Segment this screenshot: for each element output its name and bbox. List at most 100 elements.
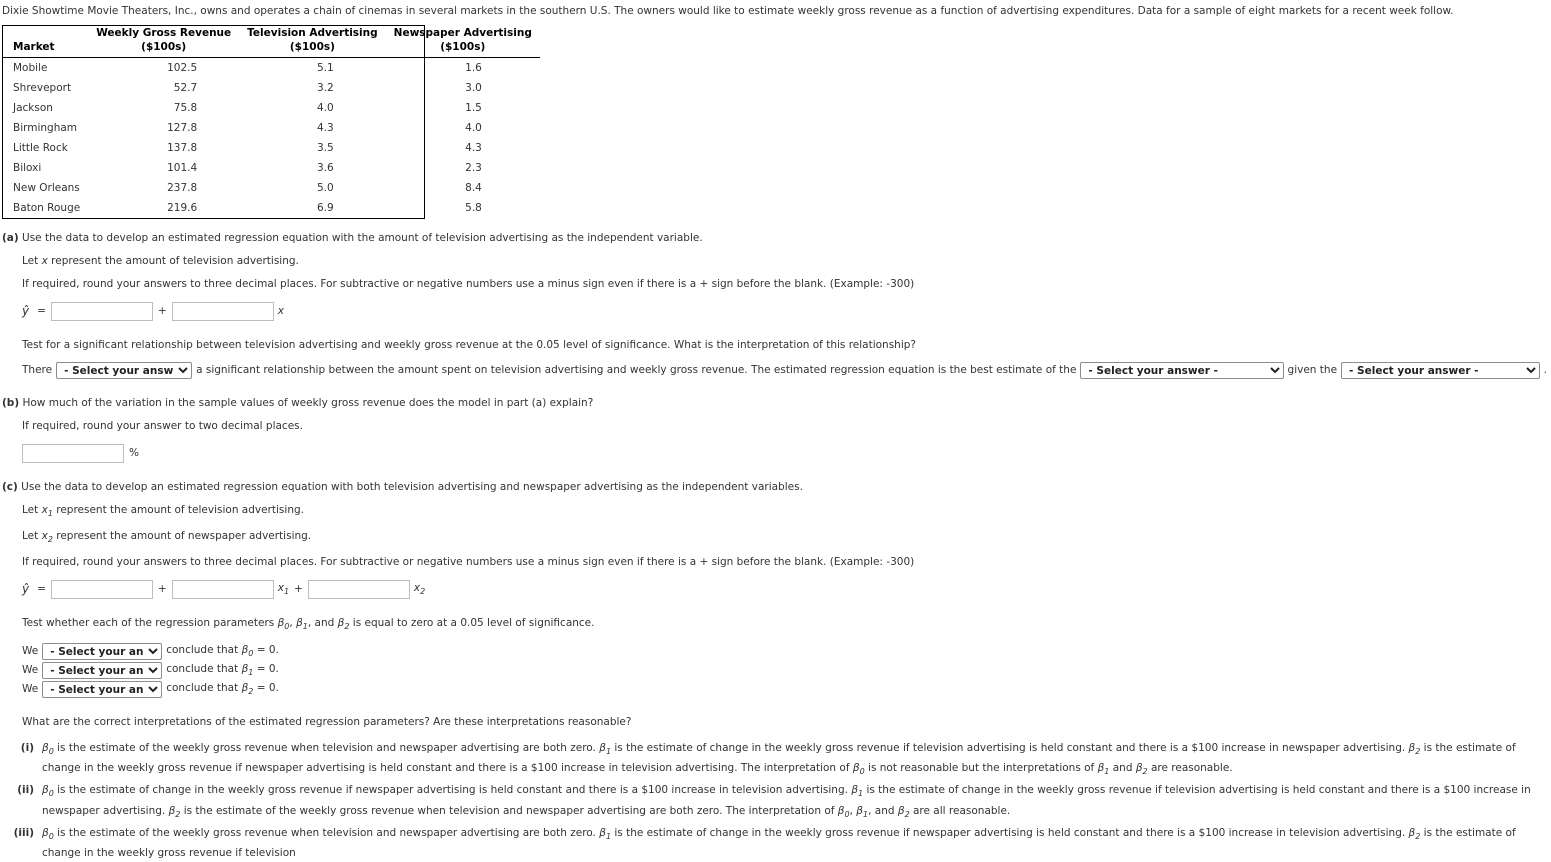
cell-revenue: 75.8 [173,102,198,114]
part-c-beta2-conclusion: conclude that β2 = 0. [166,681,279,696]
part-a-let-line: Let x represent the amount of television… [22,255,299,267]
part-c-equation-row: ŷ = + x1 + x2 [22,578,1551,600]
table-row: Birmingham 127.8 4.3 4.0 [3,118,540,138]
given-the-label: given the [1287,364,1338,376]
table-row: Biloxi 101.4 3.6 2.3 [3,158,540,178]
part-c-b1-input[interactable] [171,579,274,599]
part-a-given-select[interactable]: - Select your answer - [1341,362,1540,379]
part-b-label: (b) [2,397,20,409]
we-label-2: We [22,683,39,696]
table-row: Jackson 75.8 4.0 1.5 [3,98,540,118]
part-c-b2-input[interactable] [307,579,410,599]
part-a-best-estimate-select[interactable]: - Select your answer - [1080,362,1284,379]
cell-newspaper: 5.8 [465,202,482,214]
header-newspaper-advertising: Newspaper Advertising [393,27,532,39]
interpretation-option[interactable]: (ii) β0 is the estimate of change in the … [4,782,1551,822]
table-body: Mobile 102.5 5.1 1.6 Shreveport 52.7 3.2 3.0 Jac… [3,58,540,219]
cell-tv: 4.3 [316,122,334,134]
header-tv-units: ($100s) [239,40,386,58]
part-c-let-line-2: Let x2 represent the amount of newspaper… [22,530,312,545]
cell-market: New Orleans [13,182,80,194]
table-head: Weekly Gross Revenue Television Advertis… [3,26,540,58]
part-a-slope-input[interactable] [171,301,274,321]
part-c-beta1-select[interactable]: - Select your answer - [42,662,163,680]
part-b-prompt: How much of the variation in the sample … [22,397,594,409]
table-row: Little Rock 137.8 3.5 4.3 [3,138,540,158]
table-head-row-bottom: Market ($100s) ($100s) ($100s) [3,40,540,58]
equals-sign-c: = [37,583,46,596]
table-row: New Orleans 237.8 5.0 8.4 [3,178,540,198]
part-b-prompt-line: (b) How much of the variation in the sam… [2,396,1551,411]
variable-x1-label: x1 [277,582,290,597]
header-news-units: ($100s) [385,40,540,58]
cell-tv: 3.5 [316,142,334,154]
part-c-beta2-select[interactable]: - Select your answer - [42,681,163,699]
cell-newspaper: 1.6 [465,62,482,74]
cell-tv: 4.0 [316,102,334,114]
table-row: Mobile 102.5 5.1 1.6 [3,58,540,79]
we-label-1: We [22,664,39,677]
part-a-sentence-mid: a significant relationship between the a… [196,364,1077,376]
interpretation-option[interactable]: (iii) β0 is the estimate of the weekly gr… [4,825,1551,862]
cell-revenue: 52.7 [173,82,198,94]
interpretations-list: (i) β0 is the estimate of the weekly gros… [4,740,1551,861]
part-a-equation-row: ŷ = + x [22,300,1551,322]
cell-revenue: 219.6 [167,202,198,214]
cell-newspaper: 3.0 [465,82,482,94]
interpretation-option[interactable]: (i) β0 is the estimate of the weekly gros… [4,740,1551,780]
percent-label: % [129,447,139,459]
part-a-prompt: Use the data to develop an estimated reg… [22,232,703,244]
table-head-row-top: Weekly Gross Revenue Television Advertis… [3,26,540,40]
there-label: There [22,364,53,376]
header-market: Market [3,40,89,58]
cell-market: Mobile [13,62,48,74]
table-row: Shreveport 52.7 3.2 3.0 [3,78,540,98]
variable-x2-label: x2 [413,582,426,597]
header-television-advertising: Television Advertising [247,27,378,39]
part-b-percent-input[interactable] [22,443,124,463]
part-b-answer-row: % [22,442,1551,464]
cell-tv: 6.9 [316,202,334,214]
cell-newspaper: 1.5 [465,102,482,114]
interpretation-text: β0 is the estimate of the weekly gross r… [42,826,1516,859]
header-blank [3,26,88,40]
interpretation-marker: (i) [20,742,34,755]
cell-market: Baton Rouge [13,202,81,214]
part-c-intercept-input[interactable] [50,579,153,599]
interpretation-marker: (iii) [13,826,34,839]
cell-tv: 5.1 [316,62,334,74]
part-c-prompt: Use the data to develop an estimated reg… [21,481,803,493]
part-c: (c) Use the data to develop an estimated… [2,480,1551,862]
part-a-intercept-input[interactable] [50,301,153,321]
cell-newspaper: 2.3 [465,162,482,174]
problem-intro: Dixie Showtime Movie Theaters, Inc., own… [2,5,1454,17]
part-c-beta1-conclusion: conclude that β1 = 0. [166,662,279,677]
equals-sign: = [37,305,46,317]
part-c-beta2-row: We - Select your answer - conclude that … [22,680,1551,699]
part-c-test-prompt: Test whether each of the regression para… [22,617,595,632]
part-a-test-prompt: Test for a significant relationship betw… [22,339,916,351]
cell-tv: 5.0 [316,182,334,194]
part-a-rounding-note: If required, round your answers to three… [22,278,915,290]
part-a: (a) Use the data to develop an estimated… [2,231,1551,380]
we-label-0: We [22,645,39,658]
cell-tv: 3.6 [316,162,334,174]
part-a-relationship-select[interactable]: - Select your answer - [56,362,193,379]
header-weekly-gross-revenue: Weekly Gross Revenue [96,27,232,39]
cell-market: Little Rock [13,142,68,154]
cell-revenue: 137.8 [167,142,198,154]
interpretation-marker: (ii) [17,784,34,797]
part-c-beta0-select[interactable]: - Select your answer - [42,643,163,661]
part-c-rounding-note: If required, round your answers to three… [22,556,915,569]
plus-sign-c1: + [157,583,167,596]
cell-tv: 3.2 [316,82,334,94]
table-row: Baton Rouge 219.6 6.9 5.8 [3,198,540,218]
part-c-interp-prompt: What are the correct interpretations of … [22,716,632,729]
plus-sign-c2: + [294,583,303,596]
y-hat-symbol: ŷ [22,304,30,318]
cell-market: Jackson [13,102,53,114]
header-revenue-units: ($100s) [88,40,240,58]
variable-x-label: x [277,305,284,317]
data-table-container: Weekly Gross Revenue Television Advertis… [2,25,540,219]
worksheet-page: Dixie Showtime Movie Theaters, Inc., own… [0,0,1551,859]
